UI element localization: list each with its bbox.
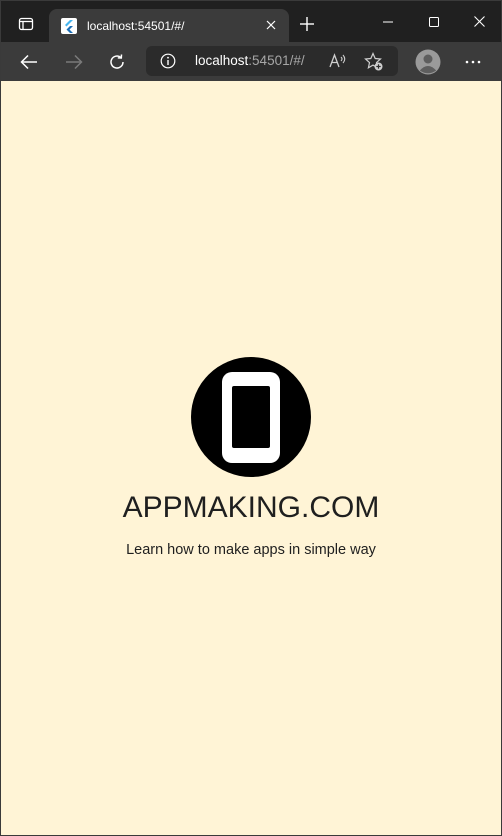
info-icon[interactable] xyxy=(160,53,176,69)
profile-avatar-icon[interactable] xyxy=(415,49,441,75)
smartphone-icon xyxy=(222,372,280,463)
more-icon xyxy=(465,60,481,64)
forward-button[interactable] xyxy=(58,46,90,78)
reload-icon xyxy=(110,54,124,69)
plus-icon xyxy=(300,17,314,31)
app-logo xyxy=(191,357,311,477)
flutter-icon xyxy=(61,17,77,34)
browser-toolbar: localhost:54501/#/ xyxy=(1,42,501,81)
brand-title: APPMAKING.COM xyxy=(122,491,380,524)
maximize-icon xyxy=(429,16,439,27)
url-text[interactable]: localhost:54501/#/ xyxy=(195,53,305,68)
close-icon xyxy=(473,16,485,27)
window-close-button[interactable] xyxy=(456,1,502,42)
tagline: Learn how to make apps in simple way xyxy=(126,542,376,558)
new-tab-button[interactable] xyxy=(293,10,321,38)
back-button[interactable] xyxy=(13,46,45,78)
add-favorite-icon[interactable] xyxy=(364,52,384,72)
read-aloud-icon[interactable] xyxy=(328,52,348,70)
tab-strip: localhost:54501/#/ xyxy=(1,1,501,42)
tab-close-button[interactable] xyxy=(263,17,279,33)
maximize-button[interactable] xyxy=(411,1,457,42)
tab-actions-icon xyxy=(18,17,34,31)
url-path: :54501/#/ xyxy=(248,53,305,68)
settings-more-button[interactable] xyxy=(461,52,485,72)
reload-button[interactable] xyxy=(101,46,133,78)
page-content: APPMAKING.COM Learn how to make apps in … xyxy=(1,81,501,835)
tab-actions-button[interactable] xyxy=(9,9,43,39)
address-bar[interactable]: localhost:54501/#/ xyxy=(146,46,398,76)
arrow-left-icon xyxy=(20,54,37,70)
tab-title: localhost:54501/#/ xyxy=(87,18,185,33)
tab-active[interactable]: localhost:54501/#/ xyxy=(49,9,289,42)
minimize-icon xyxy=(383,21,393,22)
arrow-right-icon xyxy=(66,54,83,70)
minimize-button[interactable] xyxy=(365,1,411,42)
phone-screen xyxy=(232,386,270,448)
browser-window: localhost:54501/#/ localhost:54501/#/ AP… xyxy=(0,0,502,836)
url-host: localhost xyxy=(195,53,249,68)
close-icon xyxy=(266,20,276,30)
